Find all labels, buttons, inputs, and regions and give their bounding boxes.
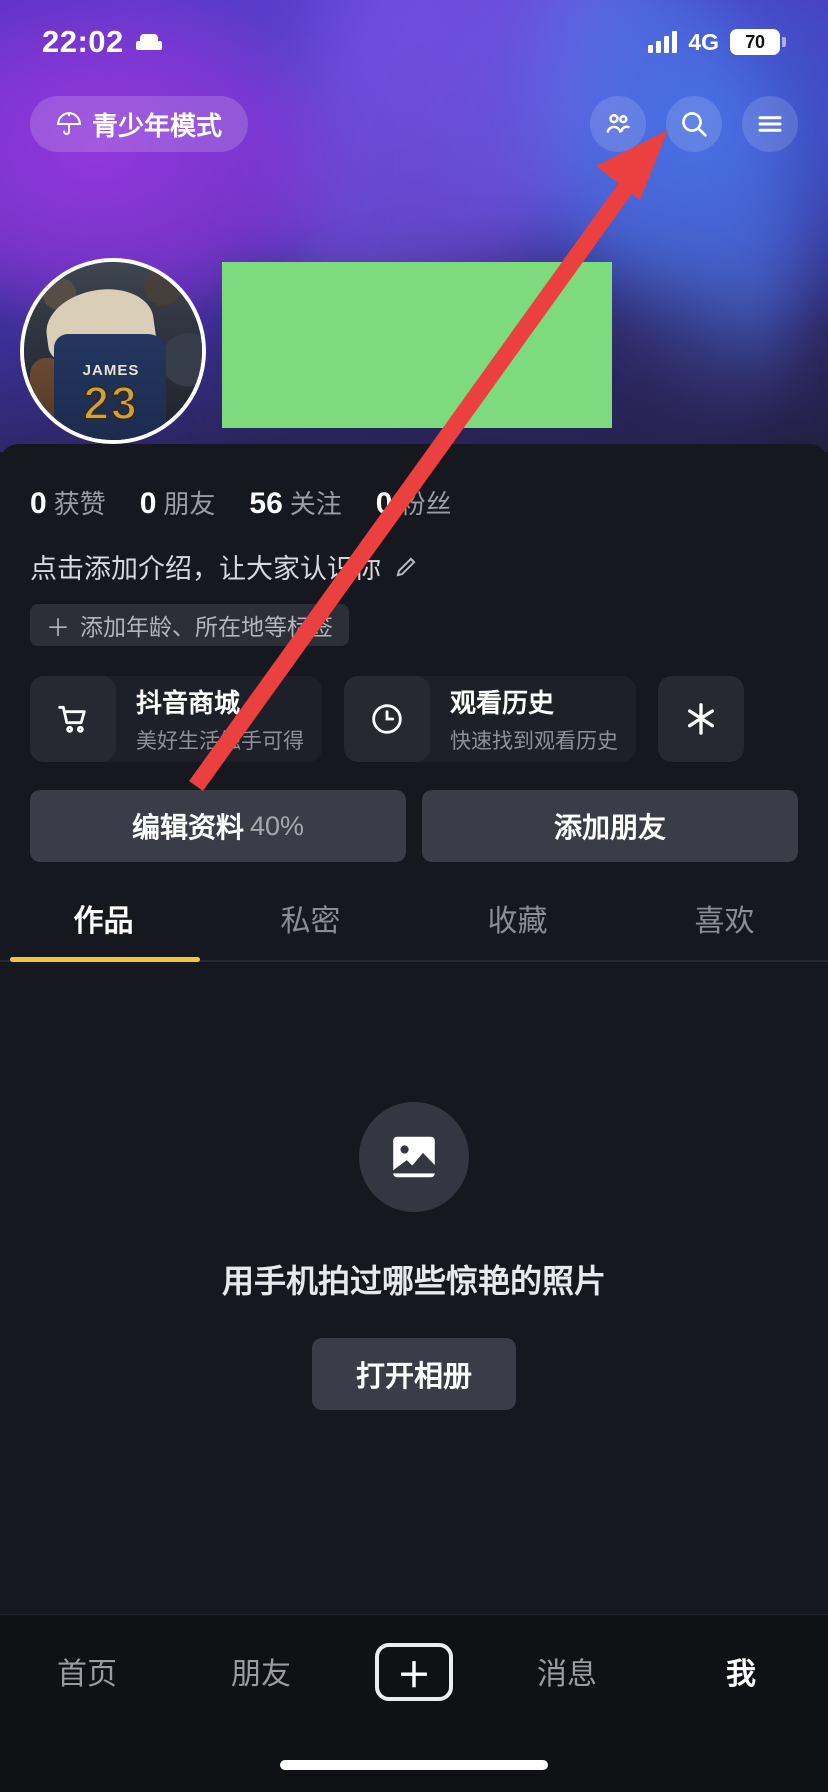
avatar[interactable]: JAMES 23 [20,258,206,444]
pencil-icon[interactable] [393,554,419,580]
stat-label: 朋友 [163,489,216,519]
content-tabs: 作品 私密 收藏 喜欢 [0,862,828,962]
status-bar: 22:02 4G 70 [0,0,828,84]
status-time: 22:02 [42,24,124,59]
nav-item-messages[interactable]: 消息 [507,1643,627,1699]
network-type-label: 4G [688,28,719,55]
stat-likes[interactable]: 0 获赞 [30,484,106,521]
shortcut-card-title: 观看历史 [450,688,555,718]
search-icon[interactable] [666,96,722,152]
stat-label: 关注 [289,489,342,519]
nav-item-friends[interactable]: 朋友 [201,1643,321,1699]
plus-icon: ＋ [46,614,70,642]
add-tags-button[interactable]: ＋ 添加年龄、所在地等标签 [30,604,349,646]
shortcut-card-history[interactable]: 观看历史 快速找到观看历史 [344,676,636,762]
signal-bars-icon [648,31,678,53]
shortcut-card-subtitle: 快速找到观看历史 [450,730,618,753]
edit-profile-percent: 40% [249,810,305,841]
nav-item-home[interactable]: 首页 [27,1643,147,1699]
shortcut-card-subtitle: 美好生活触手可得 [136,730,304,753]
add-tags-label: 添加年龄、所在地等标签 [80,614,333,640]
stat-value: 0 [30,487,47,520]
add-friend-button[interactable]: 添加朋友 [422,790,798,862]
stat-followers[interactable]: 0 粉丝 [376,484,452,521]
open-album-button[interactable]: 打开相册 [311,1338,516,1410]
tab-private[interactable]: 私密 [207,896,414,962]
status-bar-right: 4G 70 [648,28,786,56]
bio-row[interactable]: 点击添加介绍，让大家认识你 [0,521,828,586]
nav-item-me[interactable]: 我 [681,1643,801,1699]
battery-indicator: 70 [730,29,786,55]
username-redaction-block [222,262,612,428]
stat-value: 0 [139,487,157,520]
shortcut-cards[interactable]: 抖音商城 美好生活触手可得 观看历史 快速找到观看历史 [0,646,828,762]
stat-label: 粉丝 [399,489,452,519]
tab-works[interactable]: 作品 [0,896,207,962]
photo-image-icon [359,1102,469,1212]
bottom-navigation: 首页 朋友 ＋ 消息 我 [0,1614,828,1792]
battery-percent: 70 [745,31,765,52]
bed-icon [135,34,162,50]
shortcut-card-title: 抖音商城 [136,688,241,718]
tab-active-underline [10,957,200,962]
edit-profile-label: 编辑资料 [131,812,244,843]
toolbar-actions [590,96,798,152]
home-indicator [280,1760,548,1770]
asterisk-icon [658,676,744,762]
status-bar-left: 22:02 [42,24,162,60]
tag-row: ＋ 添加年龄、所在地等标签 [0,586,828,646]
profile-stats: 0 获赞 0 朋友 56 关注 0 粉丝 [0,444,828,521]
shortcut-card-text: 抖音商城 美好生活触手可得 [136,683,304,755]
stat-value: 56 [249,487,283,520]
nav-create-button[interactable]: ＋ [375,1643,453,1701]
tab-favorites[interactable]: 收藏 [414,896,621,962]
bio-placeholder: 点击添加介绍，让大家认识你 [30,554,381,584]
profile-content-sheet: 0 获赞 0 朋友 56 关注 0 粉丝 点击添加介绍，让大家认识你 ＋ 添加年… [0,444,828,1792]
two-people-icon[interactable] [590,96,646,152]
profile-toolbar: 青少年模式 [0,96,828,152]
avatar-image: JAMES 23 [24,262,202,440]
edit-profile-button[interactable]: 编辑资料 40% [30,790,406,862]
shortcut-card-partial[interactable] [658,676,744,762]
teen-mode-label: 青少年模式 [92,110,223,141]
stat-value: 0 [375,487,393,520]
douyin-profile-screen: 22:02 4G 70 青少年模式 JAMES 23 0 获赞 0 朋友 56 … [0,0,828,1792]
tab-likes[interactable]: 喜欢 [621,896,828,962]
shopping-cart-icon [30,676,116,762]
shortcut-card-mall[interactable]: 抖音商城 美好生活触手可得 [30,676,322,762]
profile-actions: 编辑资料 40% 添加朋友 [0,762,828,862]
teen-mode-button[interactable]: 青少年模式 [30,96,249,152]
stat-following[interactable]: 56 关注 [249,484,341,521]
stat-friends[interactable]: 0 朋友 [140,484,216,521]
empty-state: 用手机拍过哪些惊艳的照片 打开相册 [0,962,828,1410]
clock-icon [344,676,430,762]
hamburger-menu-icon[interactable] [742,96,798,152]
avatar-jersey-number: 23 [82,377,139,429]
shortcut-card-text: 观看历史 快速找到观看历史 [450,683,618,755]
empty-state-message: 用手机拍过哪些惊艳的照片 [221,1263,606,1299]
stat-label: 获赞 [53,489,106,519]
umbrella-icon [56,111,82,137]
add-friend-label: 添加朋友 [553,812,666,843]
